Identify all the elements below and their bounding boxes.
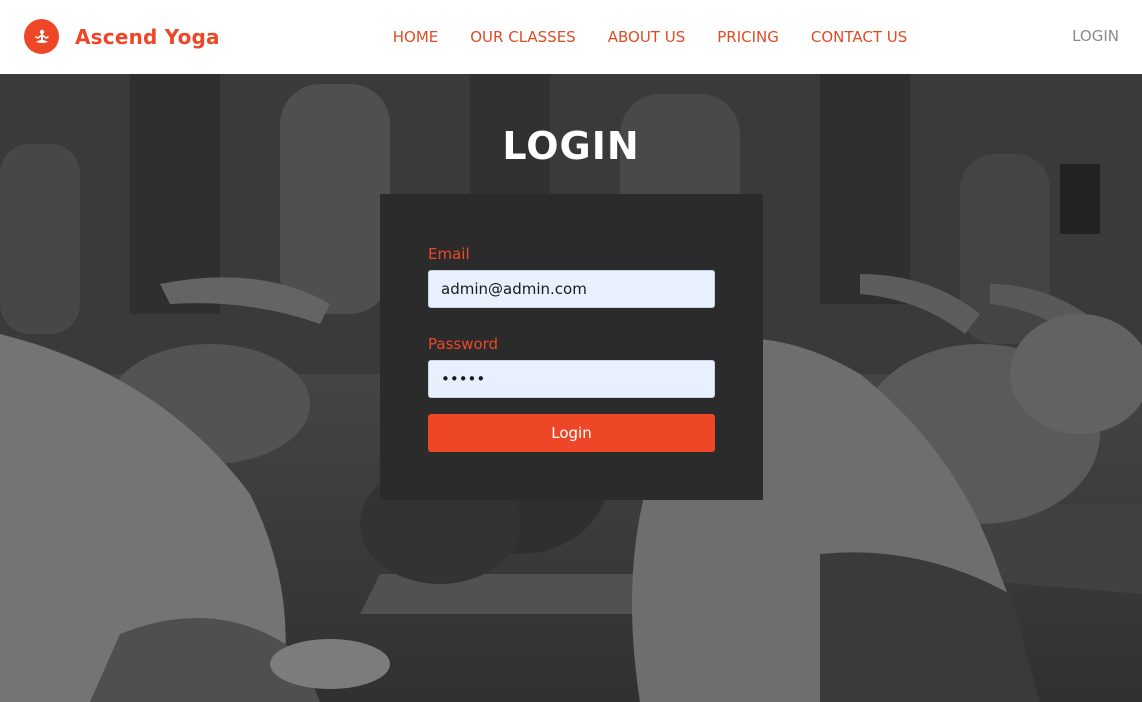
main-nav: HOME OUR CLASSES ABOUT US PRICING CONTAC… [380, 0, 920, 74]
email-field[interactable] [428, 270, 715, 308]
login-button[interactable]: Login [428, 414, 715, 452]
nav-contact-us[interactable]: CONTACT US [811, 28, 907, 46]
password-field[interactable] [428, 360, 715, 398]
site-header: Ascend Yoga HOME OUR CLASSES ABOUT US PR… [0, 0, 1142, 74]
hero-background: LOGIN Email Password Login [0, 74, 1142, 702]
login-form: Email Password Login [380, 194, 763, 500]
email-label: Email [428, 245, 470, 263]
page-title: LOGIN [502, 124, 640, 168]
meditation-icon [24, 19, 59, 54]
nav-home[interactable]: HOME [393, 28, 439, 46]
brand-link[interactable]: Ascend Yoga [24, 19, 220, 54]
brand-name: Ascend Yoga [75, 24, 220, 49]
nav-pricing[interactable]: PRICING [717, 28, 779, 46]
nav-our-classes[interactable]: OUR CLASSES [470, 28, 575, 46]
nav-about-us[interactable]: ABOUT US [608, 28, 686, 46]
header-login-link[interactable]: LOGIN [1072, 27, 1119, 45]
password-label: Password [428, 335, 499, 353]
